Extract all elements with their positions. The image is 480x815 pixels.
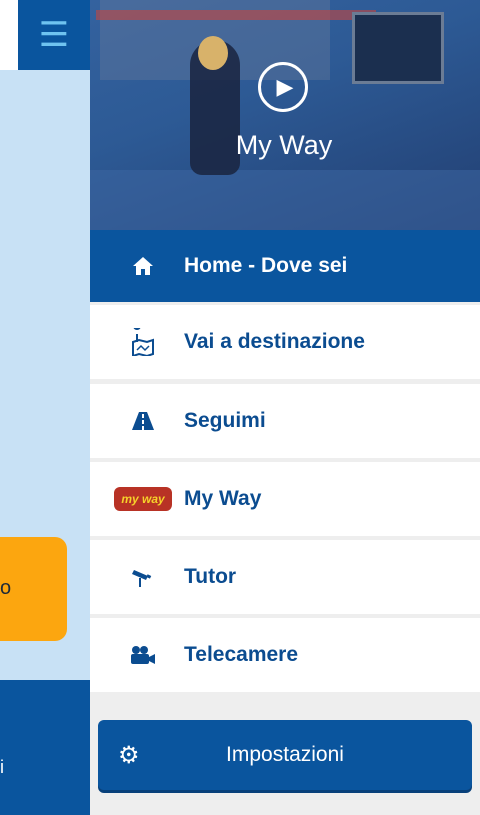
myway-logo-icon: my way [114,487,172,511]
search-field-fragment[interactable] [0,0,18,70]
hero-studio-band [96,10,376,20]
bottom-bar-text: i [0,757,4,777]
menu-item-destination[interactable]: Vai a destinazione [90,305,480,379]
camera-icon [128,565,158,589]
menu-item-home[interactable]: Home - Dove sei [90,230,480,302]
hero-presenter-head [198,36,228,70]
gear-icon: ⚙ [118,741,140,769]
navigation-drawer: ▶ My Way Home - Dove sei Vai a destinazi… [90,0,480,815]
menu-item-label: Telecamere [184,643,299,666]
map-destination-icon [128,328,158,356]
menu-item-seguimi[interactable]: Seguimi [90,384,480,458]
menu-item-label: Seguimi [184,409,266,432]
menu-item-telecamere[interactable]: Telecamere [90,618,480,692]
video-camera-icon [128,645,158,665]
menu-item-tutor[interactable]: Tutor [90,540,480,614]
hero-studio-floor [90,170,480,230]
myway-badge: my way [114,487,172,511]
menu-item-label: Home - Dove sei [184,254,348,277]
menu-item-label: My Way [184,487,262,510]
play-icon: ▶ [276,74,294,100]
settings-button[interactable]: ⚙ Impostazioni [98,720,472,790]
hero-video-banner[interactable]: ▶ My Way [90,0,480,230]
settings-button-label: Impostazioni [226,743,344,766]
menu-item-label: Vai a destinazione [184,330,365,353]
hero-studio-screen [352,12,444,84]
bottom-bar [0,680,90,815]
hamburger-icon: ☰ [38,15,70,55]
home-icon [128,256,158,276]
road-icon [128,411,158,431]
play-button[interactable]: ▶ [258,62,308,112]
orange-card-text: o [0,577,12,599]
hero-caption: My Way [235,130,333,160]
menu-item-label: Tutor [184,565,237,588]
menu-toggle-button[interactable]: ☰ [18,0,90,70]
